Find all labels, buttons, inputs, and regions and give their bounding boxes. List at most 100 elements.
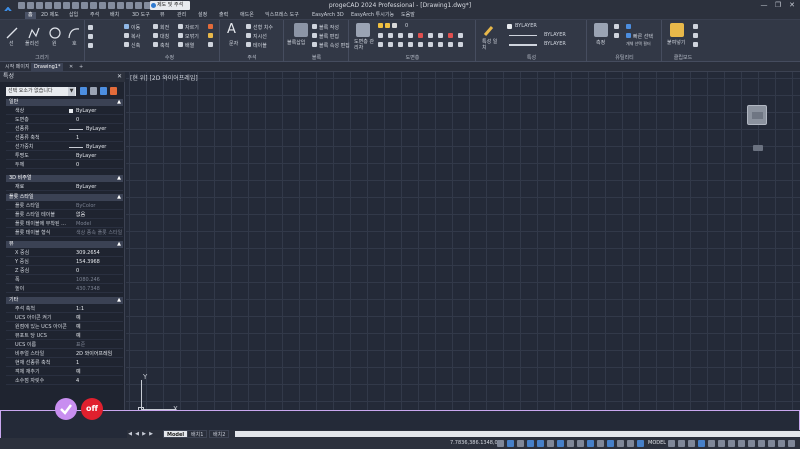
view-label[interactable]: [현 위] [2D 와이어프레임] [130,73,198,82]
paste-button[interactable]: 붙여넣기 [667,39,685,46]
property-row[interactable]: 선가중치 ByLayer [6,143,123,151]
property-row[interactable]: 플롯 테이블에 부착된 ... Model [6,220,123,228]
layer-filter-icon[interactable] [448,42,453,47]
last-tab-nav[interactable]: ▶ [148,431,154,437]
linear-dimension-icon[interactable] [246,24,251,29]
quick-select-icon[interactable] [626,33,631,38]
selection-cycling-icon[interactable] [587,440,594,447]
block-attribute-button[interactable]: 블록 속성 편집 [319,42,350,49]
block-create-icon[interactable] [312,24,317,29]
viewcube[interactable] [747,105,767,125]
tray-settings-icon[interactable] [738,440,745,447]
workspace-switch-icon[interactable] [678,440,685,447]
layer-copy-icon[interactable] [408,42,413,47]
property-row[interactable]: 객체 재추기 예 [6,368,123,376]
layer-translate-icon[interactable] [438,42,443,47]
point-icon[interactable] [614,24,619,29]
collapse-icon[interactable]: ▲ [117,99,121,106]
move-button[interactable]: 이동 [131,24,140,31]
property-row[interactable]: 원점에 있는 UCS 아이콘 예 [6,323,123,331]
paste-clipboard-icon[interactable] [670,23,684,37]
tab-view[interactable]: 뷰 [157,12,168,19]
property-row[interactable]: 두께 0 [6,161,123,169]
linear-dimension-button[interactable]: 선형 치수 [253,24,273,31]
close-button[interactable]: ✕ [785,1,799,10]
property-row[interactable]: UCS 아이콘 켜기 예 [6,314,123,322]
layer-unlock-icon[interactable] [438,33,443,38]
property-row[interactable]: 플롯 스타일 테이블 없음 [6,211,123,219]
explode-icon[interactable] [208,33,213,38]
quick-properties-icon[interactable] [617,440,624,447]
polar-icon[interactable] [527,440,534,447]
color-dropdown[interactable]: BYLAYER [515,23,537,29]
property-row[interactable]: 재료 ByLayer [6,183,123,191]
layer-thaw-icon[interactable] [398,42,403,47]
property-row[interactable]: 색상 ByLayer [6,107,123,115]
copy-base-icon[interactable] [693,42,698,47]
leader-button[interactable]: 지시선 [253,33,267,40]
check-icon[interactable] [55,398,77,420]
table-button[interactable]: 테이블 [253,42,267,49]
close-tab-icon[interactable]: ✕ [66,63,76,72]
ellipse-icon[interactable] [88,43,93,48]
current-layer-dropdown[interactable]: 0 [405,23,408,29]
horizontal-scrollbar[interactable] [235,431,800,437]
line-button[interactable]: 선 [9,40,14,47]
text-button[interactable]: 문자 [229,40,238,47]
clean-screen-icon[interactable] [718,440,725,447]
leader-icon[interactable] [246,33,251,38]
property-row[interactable]: UCS 이름 표준 [6,341,123,349]
osnap-icon[interactable] [537,440,544,447]
tab-2d-drafting[interactable]: 2D 제도 [38,12,62,19]
model-space-toggle[interactable]: MODEL [648,440,666,446]
hardware-acceleration-icon[interactable] [708,440,715,447]
first-tab-nav[interactable]: ◀ [127,431,133,437]
line-icon[interactable] [5,25,19,39]
circle-icon[interactable] [48,25,62,39]
scale-icon[interactable] [153,42,158,47]
circle-button[interactable]: 원 [52,40,57,47]
tab-annotate[interactable]: 주석 [87,12,102,19]
layer-delete-icon[interactable] [448,33,453,38]
tab-layout2[interactable]: 배치2 [209,430,230,438]
erase-icon[interactable] [208,24,213,29]
tab-express-tools[interactable]: 익스프레스 도구 [262,12,302,19]
polyline-icon[interactable] [27,25,41,39]
tab-settings[interactable]: 설정 [195,12,210,19]
scale-button[interactable]: 축척 [160,42,169,49]
collapse-icon[interactable]: ▲ [117,297,121,304]
tab-output[interactable]: 출력 [216,12,231,19]
collapse-icon[interactable]: ▲ [117,241,121,248]
new-tab-icon[interactable]: + [76,63,86,72]
snap-icon[interactable] [497,440,504,447]
tab-insert[interactable]: 삽입 [66,12,81,19]
block-create-button[interactable]: 블록 작성 [319,24,339,31]
collapse-icon[interactable]: ▲ [117,175,121,182]
annotation-scale-icon[interactable] [668,440,675,447]
section-header[interactable]: 뷰 ▲ [6,241,123,248]
ducs-icon[interactable] [607,440,614,447]
mirror-button[interactable]: 대칭 [160,33,169,40]
layer-on-icon[interactable] [378,23,383,28]
offset-icon[interactable] [208,42,213,47]
lineweight-toggle-icon[interactable] [567,440,574,447]
collapse-icon[interactable]: ▲ [117,194,121,201]
copy-button[interactable]: 복사 [131,33,140,40]
units-icon[interactable] [637,440,644,447]
annotation-monitor-icon[interactable] [627,440,634,447]
tab-start-page[interactable]: 시작 페이지 [2,63,33,72]
tab-addons[interactable]: 애드온 [237,12,257,19]
quick-select-button[interactable]: 빠른 선택 [633,33,653,40]
section-header[interactable]: 3D 비주얼 ▲ [6,175,123,182]
layer-current-icon[interactable] [428,42,433,47]
lock-ui-icon[interactable] [688,440,695,447]
property-row[interactable]: 선종류 축척 1 [6,134,123,142]
property-row[interactable]: 높이 430.7348 [6,285,123,293]
fillet-button[interactable]: 모깎기 [185,33,199,40]
rotate-icon[interactable] [153,24,158,29]
copy-clipboard-icon[interactable] [693,33,698,38]
tab-layout[interactable]: 배치 [107,12,122,19]
property-row[interactable]: 폭 1080.246 [6,276,123,284]
tab-help[interactable]: 도움말 [398,12,418,19]
layer-walk-icon[interactable] [458,33,463,38]
